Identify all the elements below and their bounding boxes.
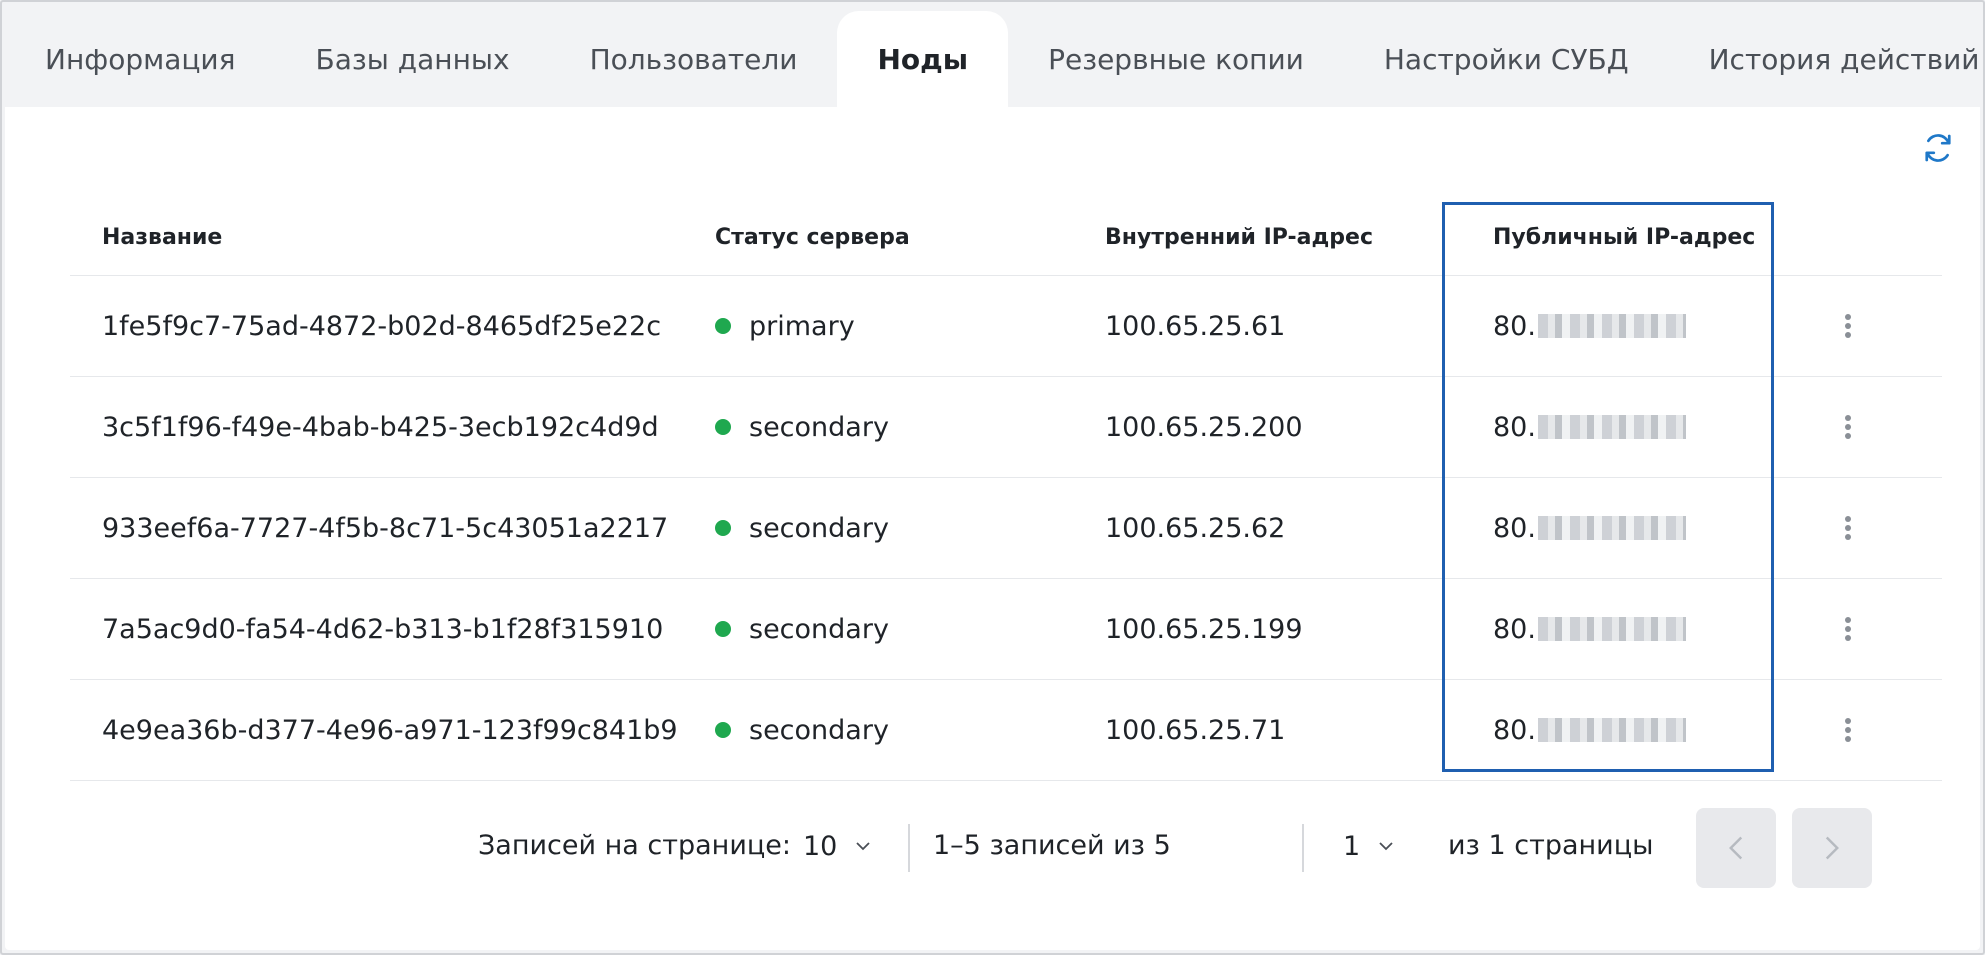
tab-dbms-settings[interactable]: Настройки СУБД — [1344, 11, 1669, 107]
public-ip-prefix: 80. — [1493, 613, 1536, 645]
more-vertical-icon — [1845, 412, 1851, 442]
tab-databases[interactable]: Базы данных — [275, 11, 549, 107]
node-inner-ip: 100.65.25.200 — [1105, 411, 1303, 443]
divider — [908, 824, 910, 872]
header-status: Статус сервера — [715, 225, 910, 250]
redacted-ip — [1537, 718, 1686, 742]
refresh-icon — [1925, 134, 1951, 162]
node-status: secondary — [715, 614, 889, 645]
redacted-ip — [1537, 314, 1686, 338]
status-dot-icon — [715, 621, 731, 637]
node-status: primary — [715, 311, 855, 342]
tab-users[interactable]: Пользователи — [550, 11, 838, 107]
node-public-ip: 80. — [1493, 412, 1686, 443]
row-menu-button[interactable] — [1832, 705, 1864, 755]
table-header: Название Статус сервера Внутренний IP-ад… — [70, 200, 1942, 276]
status-text: secondary — [749, 411, 889, 443]
node-name: 1fe5f9c7-75ad-4872-b02d-8465df25e22c — [102, 310, 662, 342]
header-inner-ip: Внутренний IP-адрес — [1105, 225, 1373, 250]
status-dot-icon — [715, 722, 731, 738]
prev-page-button[interactable] — [1696, 808, 1776, 888]
chevron-down-icon — [1379, 842, 1393, 851]
node-inner-ip: 100.65.25.62 — [1105, 512, 1286, 544]
pages-text: из 1 страницы — [1448, 830, 1654, 861]
public-ip-prefix: 80. — [1493, 310, 1536, 342]
per-page-value: 10 — [803, 830, 838, 862]
node-inner-ip: 100.65.25.61 — [1105, 310, 1286, 342]
node-name: 4e9ea36b-d377-4e96-a971-123f99c841b9 — [102, 714, 678, 746]
tab-info[interactable]: Информация — [5, 11, 275, 107]
node-name: 7a5ac9d0-fa54-4d62-b313-b1f28f315910 — [102, 613, 664, 645]
pagination: Записей на странице: 10 1–5 записей из 5… — [0, 808, 1985, 888]
more-vertical-icon — [1845, 614, 1851, 644]
node-name: 3c5f1f96-f49e-4bab-b425-3ecb192c4d9d — [102, 411, 659, 443]
divider — [1302, 824, 1304, 872]
row-menu-button[interactable] — [1832, 604, 1864, 654]
tab-nodes[interactable]: Ноды — [837, 11, 1009, 107]
status-dot-icon — [715, 318, 731, 334]
status-dot-icon — [715, 520, 731, 536]
node-inner-ip: 100.65.25.199 — [1105, 613, 1303, 645]
per-page-label: Записей на странице: — [478, 830, 791, 861]
more-vertical-icon — [1845, 311, 1851, 341]
header-public-ip: Публичный IP-адрес — [1493, 225, 1756, 250]
table-row: 933eef6a-7727-4f5b-8c71-5c43051a2217 sec… — [70, 478, 1942, 579]
node-public-ip: 80. — [1493, 614, 1686, 645]
chevron-down-icon — [856, 842, 870, 851]
nodes-table: Название Статус сервера Внутренний IP-ад… — [70, 200, 1942, 781]
table-row: 7a5ac9d0-fa54-4d62-b313-b1f28f315910 sec… — [70, 579, 1942, 680]
node-public-ip: 80. — [1493, 311, 1686, 342]
status-text: secondary — [749, 714, 889, 746]
status-text: secondary — [749, 613, 889, 645]
node-status: secondary — [715, 412, 889, 443]
page-value: 1 — [1343, 830, 1361, 862]
page-select[interactable]: 1 — [1343, 822, 1394, 870]
node-status: secondary — [715, 715, 889, 746]
public-ip-prefix: 80. — [1493, 714, 1536, 746]
status-text: primary — [749, 310, 855, 342]
refresh-button[interactable] — [1920, 130, 1956, 166]
public-ip-prefix: 80. — [1493, 512, 1536, 544]
table-row: 3c5f1f96-f49e-4bab-b425-3ecb192c4d9d sec… — [70, 377, 1942, 478]
tab-bar: Информация Базы данных Пользователи Ноды… — [5, 11, 1985, 107]
node-name: 933eef6a-7727-4f5b-8c71-5c43051a2217 — [102, 512, 669, 544]
range-text: 1–5 записей из 5 — [933, 830, 1171, 861]
per-page-select[interactable]: 10 — [803, 822, 871, 870]
status-dot-icon — [715, 419, 731, 435]
redacted-ip — [1537, 617, 1686, 641]
status-text: secondary — [749, 512, 889, 544]
node-status: secondary — [715, 513, 889, 544]
chevron-left-icon — [1729, 836, 1743, 860]
more-vertical-icon — [1845, 715, 1851, 745]
header-name: Название — [102, 225, 223, 250]
tab-backups[interactable]: Резервные копии — [1008, 11, 1344, 107]
chevron-right-icon — [1825, 836, 1839, 860]
row-menu-button[interactable] — [1832, 402, 1864, 452]
redacted-ip — [1537, 415, 1686, 439]
node-public-ip: 80. — [1493, 513, 1686, 544]
node-inner-ip: 100.65.25.71 — [1105, 714, 1286, 746]
redacted-ip — [1537, 516, 1686, 540]
public-ip-prefix: 80. — [1493, 411, 1536, 443]
row-menu-button[interactable] — [1832, 503, 1864, 553]
more-vertical-icon — [1845, 513, 1851, 543]
row-menu-button[interactable] — [1832, 301, 1864, 351]
table-row: 4e9ea36b-d377-4e96-a971-123f99c841b9 sec… — [70, 680, 1942, 781]
node-public-ip: 80. — [1493, 715, 1686, 746]
tab-activity-history[interactable]: История действий — [1669, 11, 1985, 107]
next-page-button[interactable] — [1792, 808, 1872, 888]
table-row: 1fe5f9c7-75ad-4872-b02d-8465df25e22c pri… — [70, 276, 1942, 377]
